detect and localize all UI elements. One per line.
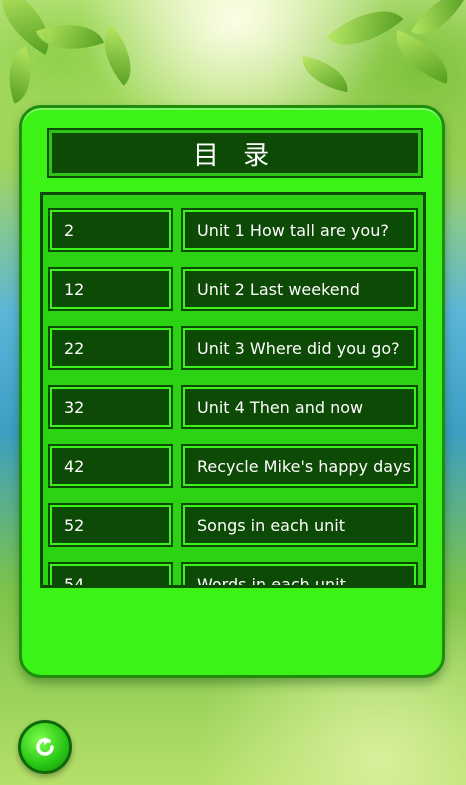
refresh-back-icon bbox=[36, 737, 54, 756]
leaf-decoration bbox=[386, 30, 458, 84]
toc-row-3[interactable]: 22 Unit 3 Where did you go? bbox=[48, 326, 418, 370]
leaf-decoration bbox=[0, 46, 43, 104]
toc-row-6[interactable]: 52 Songs in each unit bbox=[48, 503, 418, 547]
toc-row-1[interactable]: 2 Unit 1 How tall are you? bbox=[48, 208, 418, 252]
toc-list[interactable]: 2 Unit 1 How tall are you? 12 Unit 2 Las… bbox=[40, 192, 426, 588]
toc-panel: 目 录 2 Unit 1 How tall are you? 12 Unit 2… bbox=[19, 105, 445, 678]
toc-row-7[interactable]: 54 Words in each unit bbox=[48, 562, 418, 585]
page-title: 目 录 bbox=[47, 128, 423, 178]
toc-page-number: 54 bbox=[48, 562, 173, 585]
toc-page-number: 42 bbox=[48, 444, 173, 488]
toc-page-number: 32 bbox=[48, 385, 173, 429]
toc-page-number: 12 bbox=[48, 267, 173, 311]
back-button[interactable] bbox=[18, 720, 72, 774]
leaf-decoration bbox=[326, 0, 404, 65]
toc-unit-title: Words in each unit bbox=[181, 562, 418, 585]
leaf-decoration bbox=[35, 10, 105, 64]
toc-unit-title: Songs in each unit bbox=[181, 503, 418, 547]
toc-row-4[interactable]: 32 Unit 4 Then and now bbox=[48, 385, 418, 429]
toc-row-2[interactable]: 12 Unit 2 Last weekend bbox=[48, 267, 418, 311]
toc-unit-title: Unit 2 Last weekend bbox=[181, 267, 418, 311]
toc-page-number: 2 bbox=[48, 208, 173, 252]
toc-row-5[interactable]: 42 Recycle Mike's happy days bbox=[48, 444, 418, 488]
toc-page-number: 52 bbox=[48, 503, 173, 547]
toc-page-number: 22 bbox=[48, 326, 173, 370]
leaf-decoration bbox=[297, 55, 353, 93]
toc-unit-title: Unit 3 Where did you go? bbox=[181, 326, 418, 370]
toc-unit-title: Unit 4 Then and now bbox=[181, 385, 418, 429]
toc-unit-title: Recycle Mike's happy days bbox=[181, 444, 418, 488]
toc-unit-title: Unit 1 How tall are you? bbox=[181, 208, 418, 252]
